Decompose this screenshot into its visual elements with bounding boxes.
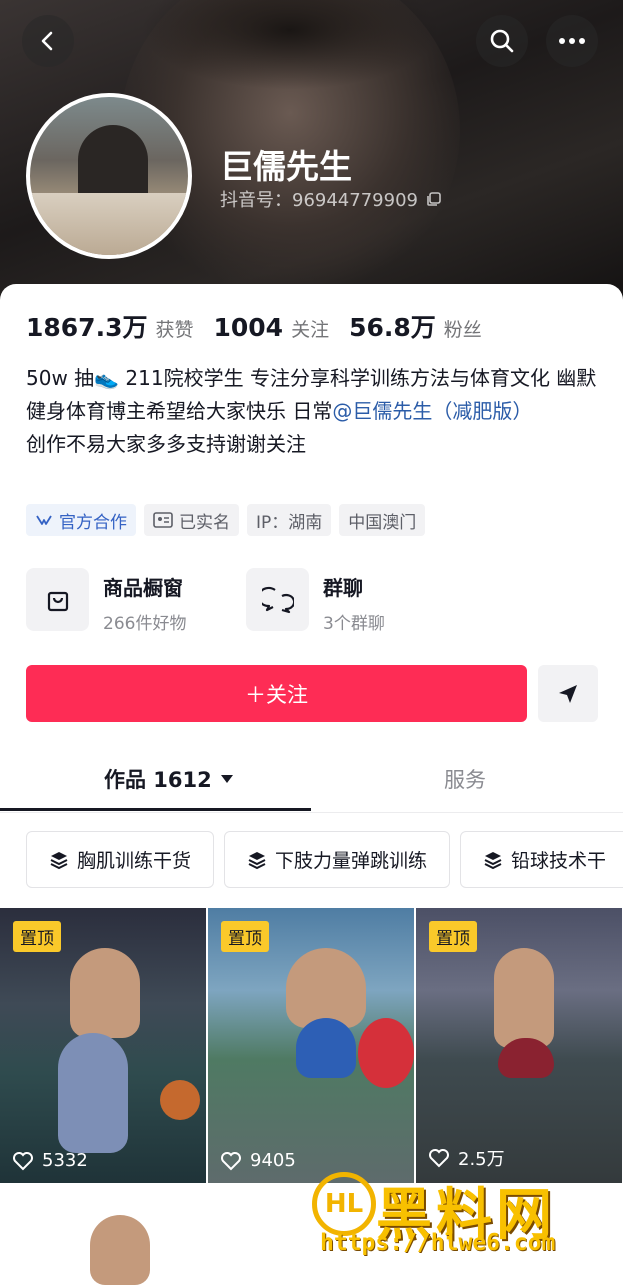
stat-label: 获赞 bbox=[155, 319, 194, 341]
search-button[interactable] bbox=[476, 15, 528, 67]
tag-label: 已实名 bbox=[179, 512, 230, 533]
collection-row: 胸肌训练干货 下肢力量弹跳训练 铅球技术干 bbox=[26, 831, 623, 888]
bio: 50w 抽👟 211院校学生 专注分享科学训练方法与体育文化 幽默健身体育博主希… bbox=[26, 362, 606, 461]
like-count-text: 2.5万 bbox=[458, 1149, 505, 1170]
more-button[interactable] bbox=[546, 15, 598, 67]
heart-icon bbox=[221, 1151, 241, 1170]
more-icon bbox=[559, 38, 585, 44]
post-time: 6小时前 bbox=[20, 1208, 82, 1228]
tag-verified[interactable]: 已实名 bbox=[144, 504, 239, 536]
like-count-text: 9405 bbox=[250, 1150, 296, 1171]
id-card-icon bbox=[153, 512, 173, 528]
stat-following[interactable]: 1004 关注 bbox=[214, 313, 330, 342]
tab-indicator bbox=[0, 808, 311, 811]
chat-bubbles-icon bbox=[246, 568, 309, 631]
group-chat-subtitle: 3个群聊 bbox=[323, 614, 385, 634]
like-count: 9405 bbox=[220, 1150, 296, 1171]
paper-plane-icon bbox=[559, 684, 577, 703]
avatar[interactable] bbox=[26, 93, 192, 259]
heart-icon bbox=[429, 1149, 449, 1168]
stat-likes[interactable]: 1867.3万 获赞 bbox=[26, 308, 194, 344]
tag-label: 中国澳门 bbox=[348, 512, 417, 533]
caret-down-icon bbox=[220, 775, 233, 783]
douyin-id-text: 抖音号：96944779909 bbox=[220, 190, 418, 211]
profile-name: 巨儒先生 bbox=[220, 147, 352, 186]
stat-fans[interactable]: 56.8万 粉丝 bbox=[349, 308, 482, 344]
pinned-badge: 置顶 bbox=[221, 921, 269, 952]
collection-label: 胸肌训练干货 bbox=[77, 850, 192, 872]
layers-icon bbox=[248, 851, 266, 869]
collection-chip[interactable]: 下肢力量弹跳训练 bbox=[224, 831, 451, 888]
chevron-left-icon bbox=[41, 31, 53, 51]
collection-chip[interactable]: 铅球技术干 bbox=[460, 831, 623, 888]
group-chat-entry[interactable]: 群聊 3个群聊 bbox=[246, 568, 385, 634]
video-person bbox=[90, 1215, 150, 1285]
follow-button[interactable]: ＋关注 bbox=[26, 665, 527, 722]
stat-number: 1004 bbox=[213, 313, 284, 342]
share-button[interactable] bbox=[538, 665, 598, 722]
video-thumbnail[interactable]: 6小时前 bbox=[0, 1185, 206, 1285]
handshake-icon bbox=[36, 515, 52, 525]
avatar-table bbox=[30, 193, 188, 255]
tag-region: 中国澳门 bbox=[339, 504, 426, 536]
stat-number: 56.8万 bbox=[349, 313, 436, 342]
video-person bbox=[58, 1033, 128, 1153]
video-person bbox=[286, 948, 366, 1028]
site-watermark: HL 黑料网 https://hlwe6.com bbox=[312, 1172, 612, 1264]
tag-label: IP：湖南 bbox=[256, 512, 323, 533]
stat-label: 关注 bbox=[291, 319, 330, 341]
back-button[interactable] bbox=[22, 15, 74, 67]
post-time: 9小时前 bbox=[228, 1208, 290, 1228]
video-thumbnail[interactable]: 置顶 5332 bbox=[0, 908, 206, 1183]
bio-mention-link[interactable]: @巨儒先生（减肥版） bbox=[332, 399, 532, 423]
layers-icon bbox=[50, 851, 68, 869]
tab-service[interactable]: 服务 bbox=[444, 764, 486, 794]
video-person bbox=[70, 948, 140, 1038]
like-count: 5332 bbox=[12, 1150, 88, 1171]
watermark-url: https://hlwe6.com bbox=[320, 1230, 556, 1256]
collection-label: 铅球技术干 bbox=[511, 850, 607, 872]
collection-label: 下肢力量弹跳训练 bbox=[275, 850, 428, 872]
heart-icon bbox=[13, 1151, 33, 1170]
shop-window-subtitle: 266件好物 bbox=[103, 614, 187, 634]
tag-ip: IP：湖南 bbox=[247, 504, 332, 536]
shop-window-entry[interactable]: 商品橱窗 266件好物 bbox=[26, 568, 186, 634]
content-tabs: 作品 1612 服务 bbox=[0, 750, 623, 813]
video-person bbox=[494, 948, 554, 1048]
pinned-badge: 置顶 bbox=[429, 921, 477, 952]
video-person bbox=[296, 1018, 356, 1078]
stat-number: 1867.3万 bbox=[26, 313, 148, 342]
video-sign bbox=[358, 1018, 414, 1088]
tag-label: 官方合作 bbox=[59, 512, 127, 533]
shopping-bag-icon bbox=[26, 568, 89, 631]
bio-text-2: 创作不易大家多多支持谢谢关注 bbox=[26, 432, 306, 456]
stats-row: 1867.3万 获赞 1004 关注 56.8万 粉丝 bbox=[26, 308, 482, 344]
profile-card: 1867.3万 获赞 1004 关注 56.8万 粉丝 50w 抽👟 211院校学生 … bbox=[0, 284, 623, 1285]
tag-row: 官方合作 已实名 IP：湖南 中国澳门 bbox=[26, 504, 426, 536]
tab-works[interactable]: 作品 1612 bbox=[104, 764, 234, 794]
shop-window-title: 商品橱窗 bbox=[103, 576, 183, 600]
like-count: 2.5万 bbox=[428, 1145, 505, 1171]
tab-works-label: 作品 1612 bbox=[104, 768, 212, 792]
video-thumbnail[interactable]: 置顶 2.5万 bbox=[416, 908, 622, 1183]
layers-icon bbox=[484, 851, 502, 869]
group-chat-title: 群聊 bbox=[323, 576, 363, 600]
basketball bbox=[160, 1080, 200, 1120]
copy-icon[interactable] bbox=[426, 191, 442, 207]
stat-label: 粉丝 bbox=[443, 319, 482, 341]
watermark-logo: HL bbox=[312, 1172, 376, 1236]
tag-official-cooperation[interactable]: 官方合作 bbox=[26, 504, 136, 536]
video-thumbnail[interactable]: 置顶 9405 bbox=[208, 908, 414, 1183]
like-count-text: 5332 bbox=[42, 1150, 88, 1171]
douyin-id[interactable]: 抖音号：96944779909 bbox=[220, 186, 442, 212]
pinned-badge: 置顶 bbox=[13, 921, 61, 952]
search-icon bbox=[490, 29, 514, 53]
collection-chip[interactable]: 胸肌训练干货 bbox=[26, 831, 215, 888]
